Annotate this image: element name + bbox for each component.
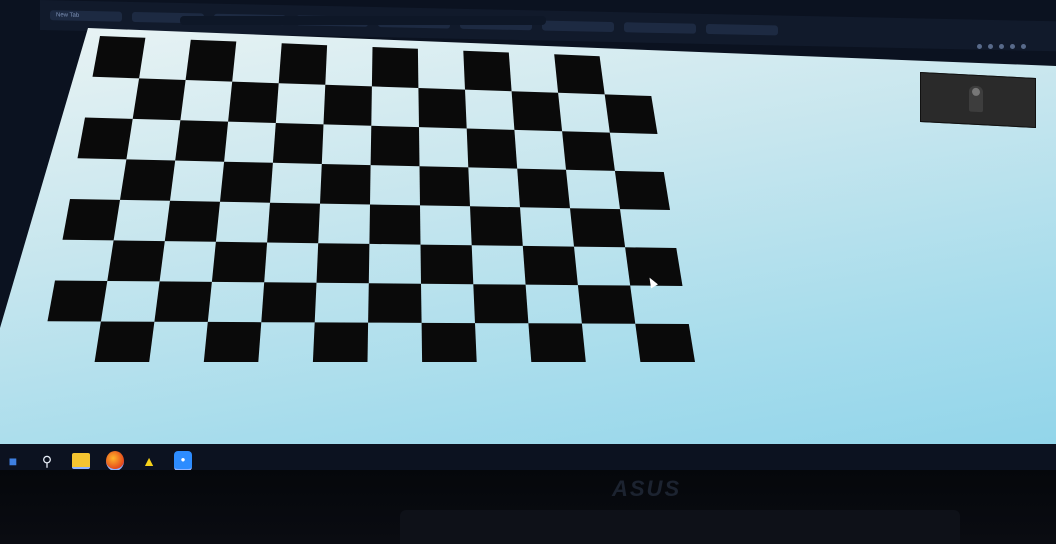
- checker-square: [369, 204, 421, 245]
- checker-square: [528, 323, 586, 362]
- checker-square: [278, 43, 328, 85]
- checker-square: [604, 94, 658, 134]
- checker-square: [220, 161, 273, 203]
- checker-square: [203, 321, 262, 362]
- checker-square: [94, 321, 155, 362]
- checker-square: [522, 245, 578, 286]
- app-icon[interactable]: ▲: [140, 452, 158, 470]
- checker-square: [562, 131, 615, 171]
- checker-square: [47, 280, 108, 322]
- checker-square: [320, 164, 371, 205]
- checker-square: [577, 285, 636, 324]
- checker-square: [154, 281, 212, 322]
- monitor-bezel: ASUS: [0, 470, 1056, 544]
- checker-square: [132, 78, 186, 121]
- checker-square: [517, 168, 570, 209]
- checker-square: [614, 170, 670, 210]
- checker-square: [164, 200, 220, 242]
- checker-square: [323, 84, 372, 126]
- checkerboard: [47, 36, 695, 362]
- checker-square: [463, 50, 512, 92]
- checker-square: [511, 91, 563, 132]
- checker-square: [92, 36, 146, 79]
- checker-square: [420, 244, 474, 285]
- checker-square: [470, 206, 523, 246]
- monitor-screen: New Tab: [0, 0, 1056, 470]
- file-explorer-icon[interactable]: [72, 453, 90, 469]
- checker-square: [120, 159, 176, 201]
- checker-square: [371, 47, 419, 88]
- checker-square: [267, 202, 320, 244]
- checker-square: [466, 128, 518, 169]
- checker-square: [419, 166, 470, 207]
- checker-square: [370, 125, 420, 167]
- video-participant-tile[interactable]: [920, 71, 1036, 129]
- checker-square: [77, 117, 133, 160]
- checker-square: [554, 54, 605, 95]
- checker-square: [316, 243, 370, 284]
- checker-square: [107, 240, 165, 282]
- checker-square: [228, 81, 279, 123]
- windows-start-icon[interactable]: ■: [4, 452, 22, 470]
- checker-square: [62, 199, 120, 241]
- checker-square: [368, 283, 422, 323]
- checker-square: [421, 322, 477, 362]
- checker-square: [635, 323, 695, 362]
- firefox-icon[interactable]: [106, 451, 124, 471]
- participant-video-icon: [969, 85, 983, 113]
- checker-square: [185, 39, 237, 82]
- checker-square: [312, 322, 369, 362]
- checker-square: [261, 282, 317, 323]
- checker-square: [570, 208, 626, 248]
- monitor-brand-logo: ASUS: [612, 476, 682, 501]
- checker-square: [211, 241, 268, 283]
- monitor-stand: [400, 510, 960, 544]
- checker-square: [473, 284, 529, 324]
- checker-square: [418, 88, 467, 129]
- checker-square: [175, 120, 229, 162]
- search-icon[interactable]: ⚲: [38, 452, 56, 470]
- checker-square: [272, 123, 324, 164]
- zoom-icon[interactable]: ●: [174, 451, 192, 471]
